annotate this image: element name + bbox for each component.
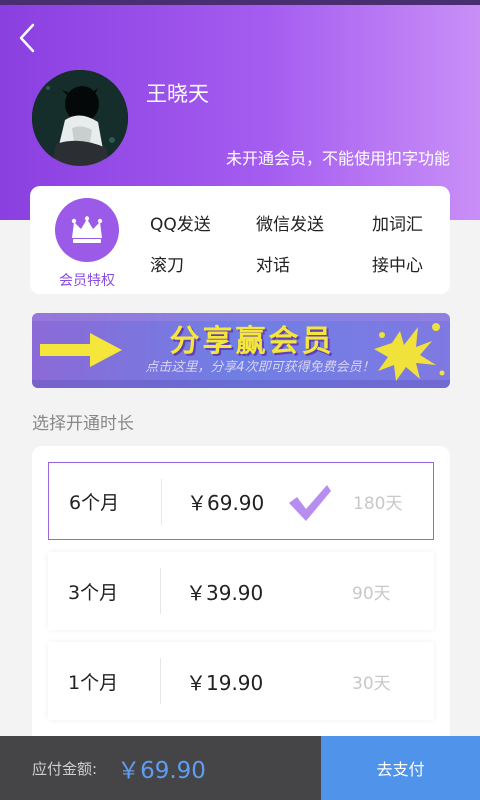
- vip-status-text: 未开通会员，不能使用扣字功能: [225, 149, 450, 168]
- plan-days: 180天: [353, 493, 403, 514]
- plan-price: ￥69.90: [187, 490, 265, 515]
- plan-option-1-month[interactable]: 1个月 ￥19.90 30天: [48, 642, 434, 720]
- banner-title: 分享赢会员: [169, 324, 335, 359]
- feature-reception-center[interactable]: 接中心: [372, 251, 423, 276]
- checkmark-icon: [289, 485, 331, 521]
- plan-months: 3个月: [68, 581, 119, 604]
- crown-icon: [71, 216, 103, 243]
- feature-add-vocab[interactable]: 加词汇: [372, 210, 423, 235]
- feature-gundao[interactable]: 滚刀: [150, 251, 184, 276]
- banner-subtitle: 点击这里，分享4次即可获得免费会员！: [145, 360, 375, 375]
- payment-bar: 应付金额: ￥69.90 去支付: [0, 736, 480, 800]
- back-button[interactable]: [12, 22, 42, 54]
- total-label: 应付金额:: [32, 759, 98, 778]
- avatar-illustration: [32, 70, 128, 166]
- plans-card: 6个月 ￥69.90 180天 3个月 ￥39.90 90天 1个月 ￥19.9…: [32, 446, 450, 746]
- total-amount: ￥69.90: [117, 758, 206, 784]
- vip-page: 王晓天 未开通会员，不能使用扣字功能 会员特权 QQ发送 微信发送 加词汇 滚刀…: [0, 0, 480, 800]
- privilege-label: 会员特权: [59, 273, 115, 289]
- pay-button[interactable]: 去支付: [321, 736, 480, 800]
- crown-badge: [55, 198, 119, 262]
- avatar[interactable]: [32, 70, 128, 166]
- plan-option-3-months[interactable]: 3个月 ￥39.90 90天: [48, 552, 434, 630]
- chevron-left-icon: [19, 23, 35, 53]
- share-banner[interactable]: 分享赢会员 点击这里，分享4次即可获得免费会员！: [32, 313, 450, 388]
- vip-privilege-entry[interactable]: 会员特权: [52, 198, 122, 290]
- feature-dialogue[interactable]: 对话: [256, 251, 290, 276]
- plan-months: 6个月: [69, 491, 120, 514]
- privilege-card: 会员特权 QQ发送 微信发送 加词汇 滚刀 对话 接中心: [30, 186, 450, 294]
- plan-option-6-months[interactable]: 6个月 ￥69.90 180天: [48, 462, 434, 540]
- plan-price: ￥39.90: [186, 580, 264, 605]
- plan-price: ￥19.90: [186, 670, 264, 695]
- plan-days: 90天: [352, 583, 391, 604]
- plan-divider: [160, 568, 161, 614]
- total-area: 应付金额: ￥69.90: [0, 736, 321, 800]
- status-strip: [0, 0, 480, 5]
- plan-divider: [161, 479, 162, 525]
- feature-qq-send[interactable]: QQ发送: [150, 210, 211, 235]
- plan-months: 1个月: [68, 671, 119, 694]
- plan-days: 30天: [352, 673, 391, 694]
- feature-wechat-send[interactable]: 微信发送: [256, 210, 324, 235]
- duration-section-label: 选择开通时长: [32, 414, 134, 434]
- plan-divider: [160, 658, 161, 704]
- username: 王晓天: [146, 82, 209, 106]
